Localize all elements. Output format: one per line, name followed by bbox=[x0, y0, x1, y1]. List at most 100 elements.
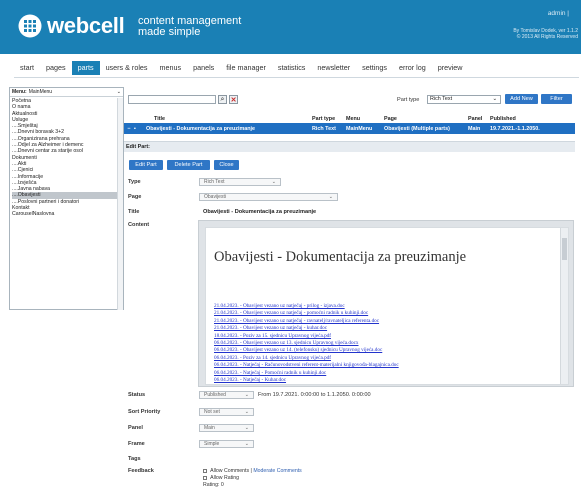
frame-select[interactable]: Simple ⌄ bbox=[199, 440, 254, 448]
parts-table: Title Part type Menu Page Panel Publishe… bbox=[124, 115, 575, 134]
sidebar-scrollbar[interactable] bbox=[117, 98, 123, 310]
nav-users-roles[interactable]: users & roles bbox=[100, 61, 154, 75]
col-part-type[interactable]: Part type bbox=[312, 116, 346, 122]
close-icon: ✕ bbox=[230, 96, 237, 104]
menu-tree: Početna O nama Aktualnosti Usluge ....Smješt… bbox=[10, 97, 123, 309]
document-link[interactable]: 21.04.2023. - Obavijest vezano uz natječ… bbox=[214, 310, 554, 317]
menu-select-value: MainMenu bbox=[28, 89, 53, 95]
document-link[interactable]: 06.04.2023. - Obavijest vezano uz 14. (t… bbox=[214, 347, 554, 354]
row-page: Obavijesti (Multiple parts) bbox=[384, 125, 450, 132]
clear-search-button[interactable]: ✕ bbox=[229, 95, 238, 104]
frame-label: Frame bbox=[128, 441, 145, 447]
nav-panels[interactable]: panels bbox=[187, 61, 220, 75]
sidebar-item[interactable]: CarouselNaslovna bbox=[12, 211, 121, 217]
tagline-line-2: made simple bbox=[138, 26, 201, 38]
col-panel[interactable]: Panel bbox=[468, 116, 490, 122]
search-icon: ⌕ bbox=[220, 95, 225, 103]
part-type-label: Part type bbox=[397, 97, 420, 103]
chevron-down-icon: ⌄ bbox=[328, 194, 333, 200]
moderate-comments-link[interactable]: Moderate Comments bbox=[253, 468, 301, 474]
panel-label: Panel bbox=[128, 425, 143, 431]
sort-priority-select[interactable]: Not set ⌄ bbox=[199, 408, 254, 416]
filter-button[interactable]: Filter bbox=[541, 94, 572, 104]
document-link-list: 21.04.2023. - Obavijest vezano uz natječ… bbox=[214, 303, 554, 384]
document-scrollbar[interactable] bbox=[560, 228, 568, 384]
copyright-line-2: © 2013 All Rights Reserved bbox=[516, 34, 578, 40]
row-published: 19.7.2021.-1.1.2050. bbox=[490, 125, 540, 132]
edit-part-button[interactable]: Edit Part bbox=[129, 160, 163, 170]
nav-newsletter[interactable]: newsletter bbox=[311, 61, 356, 75]
col-page[interactable]: Page bbox=[384, 116, 468, 122]
add-new-button[interactable]: Add New bbox=[505, 94, 538, 104]
table-header: Title Part type Menu Page Panel Publishe… bbox=[124, 115, 575, 123]
nav-start[interactable]: start bbox=[14, 61, 40, 75]
collapse-icon[interactable]: − bbox=[124, 126, 134, 132]
separator: | bbox=[250, 468, 252, 474]
chevron-down-icon: ⌄ bbox=[244, 425, 249, 431]
type-value: Rich Text bbox=[204, 179, 225, 185]
allow-rating-label: Allow Rating bbox=[210, 475, 239, 481]
chevron-down-icon: ⌄ bbox=[244, 409, 249, 415]
allow-comments-checkbox[interactable] bbox=[203, 468, 207, 473]
document-link[interactable]: 21.04.2023. - Obavijest vezano uz natječ… bbox=[214, 303, 554, 310]
edit-part-bar: Edit Part: bbox=[124, 141, 575, 152]
title-label: Title bbox=[128, 209, 140, 215]
close-button[interactable]: Close bbox=[214, 160, 239, 170]
document-link[interactable]: 06.04.2023. - Natječaj - Kuhar.doc bbox=[214, 377, 554, 384]
frame-value: Simple bbox=[204, 441, 220, 447]
app-header: webcell content management made simple a… bbox=[0, 0, 581, 54]
document-link[interactable]: 18.04.2023. - Poziv za 15. sjednicu Upra… bbox=[214, 333, 554, 340]
chevron-down-icon: ⌄ bbox=[244, 392, 249, 398]
menu-select[interactable]: Menu: MainMenu ⌄ bbox=[10, 88, 123, 97]
rating-value: Rating: 0 bbox=[203, 482, 224, 488]
nav-preview[interactable]: preview bbox=[432, 61, 469, 75]
row-part-type: Rich Text bbox=[312, 125, 336, 132]
document-preview[interactable]: Obavijesti - Dokumentacija za preuzimanj… bbox=[205, 227, 569, 385]
nav-menus[interactable]: menus bbox=[154, 61, 188, 75]
col-title[interactable]: Title bbox=[154, 116, 312, 122]
document-link[interactable]: 21.04.2023. - Obavijest vezano uz natječ… bbox=[214, 325, 554, 332]
delete-part-button[interactable]: Delete Part bbox=[167, 160, 210, 170]
brand-name: webcell bbox=[47, 13, 125, 38]
nav-settings[interactable]: settings bbox=[356, 61, 393, 75]
page-label: Page bbox=[128, 194, 142, 200]
user-menu[interactable]: admin | bbox=[548, 10, 569, 17]
search-input[interactable] bbox=[128, 95, 216, 104]
panel-select[interactable]: Main ⌄ bbox=[199, 424, 254, 432]
nav-statistics[interactable]: statistics bbox=[272, 61, 312, 75]
status-date-range: From 19.7.2021. 0:00:00 to 1.1.2050. 0:0… bbox=[258, 392, 371, 398]
document-link[interactable]: 06.04.2023. - Natječaj - Računovodstveni… bbox=[214, 362, 554, 369]
logo[interactable]: webcell bbox=[18, 13, 125, 38]
status-value: Published bbox=[204, 392, 226, 398]
allow-comments-label: Allow Comments bbox=[210, 468, 250, 474]
feedback-label: Feedback bbox=[128, 468, 154, 474]
row-menu: MainMenu bbox=[346, 125, 373, 132]
sort-priority-value: Not set bbox=[204, 409, 220, 415]
document-icon: ▪ bbox=[134, 125, 136, 132]
rich-text-editor[interactable]: Obavijesti - Dokumentacija za preuzimanj… bbox=[198, 220, 574, 387]
nav-error-log[interactable]: error log bbox=[393, 61, 432, 75]
scroll-thumb[interactable] bbox=[562, 238, 567, 260]
allow-rating-checkbox[interactable] bbox=[203, 475, 207, 480]
table-row[interactable]: − ▪ Obavijesti - Dokumentacija za preuzi… bbox=[124, 123, 575, 134]
nav-pages[interactable]: pages bbox=[40, 61, 72, 75]
nav-parts[interactable]: parts bbox=[71, 61, 100, 75]
row-title: Obavijesti - Dokumentacija za preuzimanj… bbox=[146, 125, 256, 132]
chevron-down-icon: ⌄ bbox=[271, 179, 276, 185]
part-type-select[interactable]: Rich Text ⌄ bbox=[427, 95, 501, 104]
feedback-options: Allow Comments | Moderate Comments Allow… bbox=[203, 468, 302, 489]
col-menu[interactable]: Menu bbox=[346, 116, 384, 122]
document-link[interactable]: 21.04.2023. - Obavijest vezano uz natječ… bbox=[214, 318, 554, 325]
col-published[interactable]: Published bbox=[490, 116, 550, 122]
nav-file-manager[interactable]: file manager bbox=[220, 61, 272, 75]
title-value[interactable]: Obavijesti - Dokumentacija za preuzimanj… bbox=[203, 209, 316, 215]
page-select[interactable]: Obavijesti ⌄ bbox=[199, 193, 338, 201]
document-link[interactable]: 06.04.2023. - Natječaj - Pomoćni radnik … bbox=[214, 370, 554, 377]
status-select[interactable]: Published ⌄ bbox=[199, 391, 254, 399]
search-button[interactable]: ⌕ bbox=[218, 95, 227, 104]
sort-priority-label: Sort Priority bbox=[128, 409, 161, 415]
webcell-logo-icon bbox=[18, 14, 42, 38]
type-select[interactable]: Rich Text ⌄ bbox=[199, 178, 281, 186]
main-nav: start pages parts users & roles menus pa… bbox=[14, 59, 579, 78]
tags-label: Tags bbox=[128, 456, 141, 462]
